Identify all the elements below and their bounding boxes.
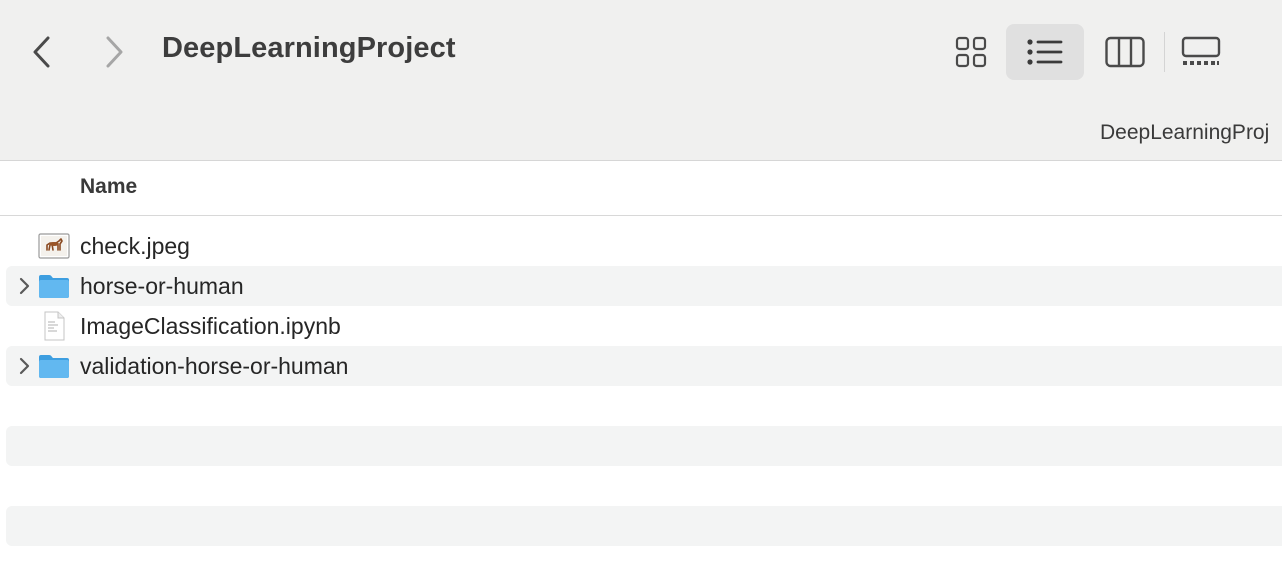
gallery-view-button[interactable] [1170, 24, 1232, 80]
column-view-button[interactable] [1092, 24, 1158, 80]
empty-row [6, 506, 1282, 546]
list-view-button[interactable] [1006, 24, 1084, 80]
window-title: DeepLearningProject [162, 32, 456, 64]
toolbar-divider [1164, 32, 1165, 72]
file-name: validation-horse-or-human [80, 353, 349, 379]
chevron-right-icon [19, 357, 30, 375]
disclosure-triangle[interactable] [14, 276, 34, 296]
name-column-header[interactable]: Name [80, 175, 137, 199]
list-item[interactable]: check.jpeg [6, 226, 1282, 266]
list-item[interactable]: horse-or-human [6, 266, 1282, 306]
chevron-right-icon [19, 277, 30, 295]
chevron-left-icon [33, 36, 50, 68]
document-icon [38, 311, 70, 341]
columns-icon [1105, 36, 1145, 68]
file-name: ImageClassification.ipynb [80, 313, 341, 339]
empty-row [6, 426, 1282, 466]
column-header: Name [0, 161, 1282, 216]
grid-icon [955, 36, 987, 68]
disclosure-triangle[interactable] [14, 356, 34, 376]
forward-button[interactable] [94, 26, 134, 78]
finder-window: DeepLearningProject DeepLearningProj Nam… [0, 0, 1282, 576]
toolbar: DeepLearningProject DeepLearningProj [0, 0, 1282, 161]
chevron-right-icon [106, 36, 123, 68]
file-name: check.jpeg [80, 233, 190, 259]
back-button[interactable] [22, 26, 62, 78]
gallery-icon [1181, 36, 1221, 65]
icon-view-button[interactable] [940, 24, 1002, 80]
folder-icon [38, 271, 70, 301]
file-name: horse-or-human [80, 273, 244, 299]
folder-icon [38, 351, 70, 381]
list-item[interactable]: ImageClassification.ipynb [6, 306, 1282, 346]
list-item[interactable]: validation-horse-or-human [6, 346, 1282, 386]
image-thumbnail-icon [38, 231, 70, 261]
list-icon [1027, 39, 1063, 65]
path-label: DeepLearningProj [1100, 121, 1270, 144]
